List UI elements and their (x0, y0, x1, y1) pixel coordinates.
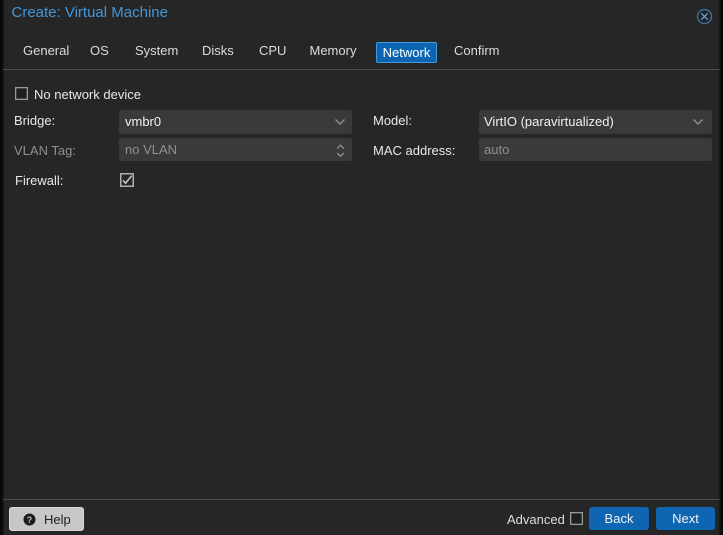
svg-text:?: ? (27, 515, 33, 525)
